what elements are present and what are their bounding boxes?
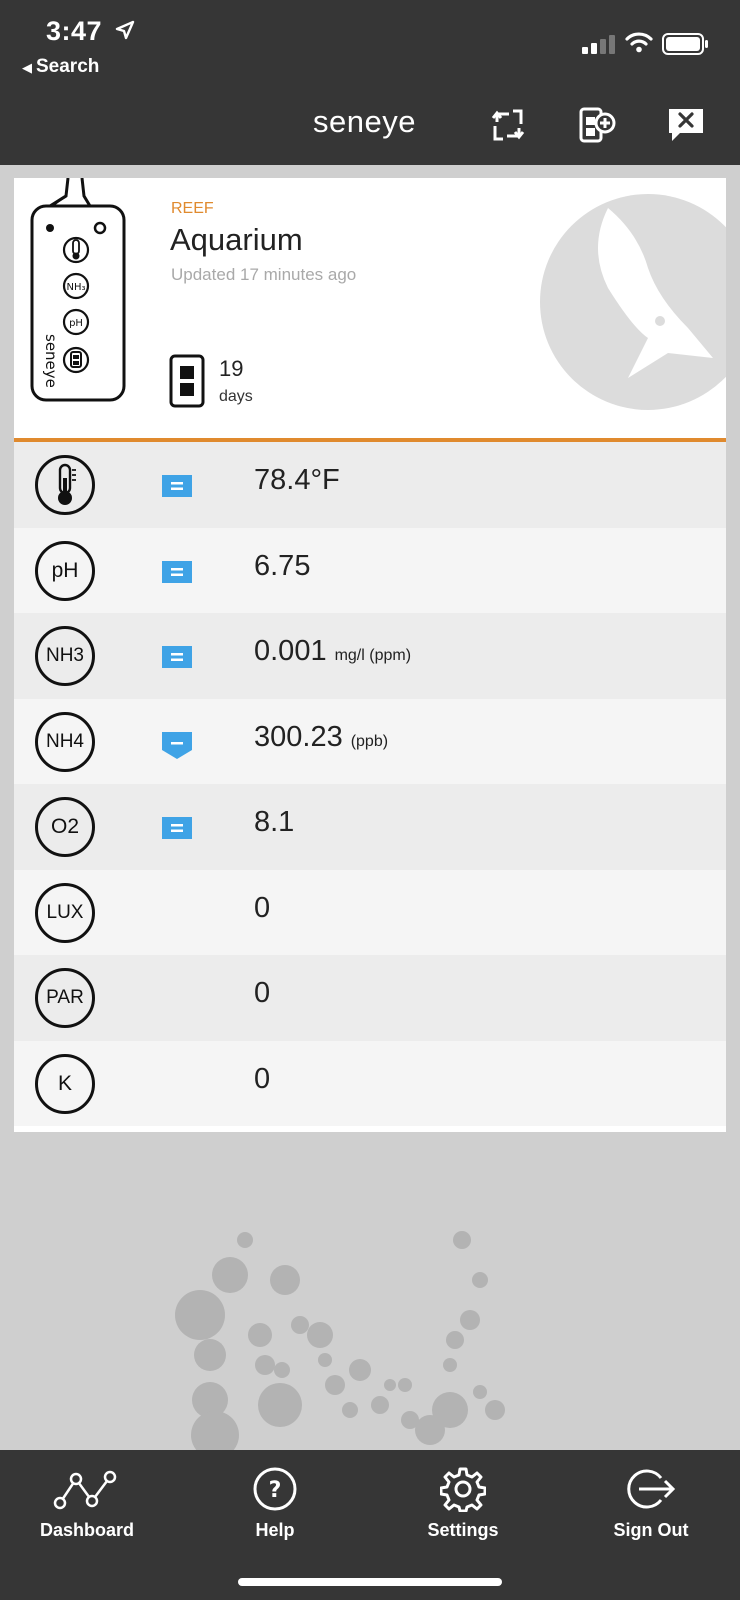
reading-value: 0 bbox=[254, 977, 271, 1009]
add-device-button[interactable] bbox=[575, 103, 619, 147]
trend-stable-icon bbox=[162, 475, 192, 497]
o2-icon: O2 bbox=[35, 797, 95, 857]
seneye-device-icon: NH₃ pH seneye bbox=[30, 178, 126, 402]
bubbles-decoration bbox=[175, 1231, 505, 1450]
fish-watermark-icon bbox=[540, 194, 726, 410]
reading-row-nh4[interactable]: NH4 300.23 (ppb) bbox=[14, 698, 726, 784]
wifi-icon bbox=[625, 32, 653, 53]
ph-icon: pH bbox=[35, 540, 95, 601]
reading-row-o2[interactable]: O2 8.1 bbox=[14, 784, 726, 870]
slide-days-remaining: 19 bbox=[219, 356, 244, 381]
reading-unit: (ppb) bbox=[350, 732, 389, 750]
tank-name: Aquarium bbox=[170, 222, 303, 257]
reading-row-lux[interactable]: LUX 0 bbox=[14, 869, 726, 955]
svg-text:?: ? bbox=[269, 1478, 282, 1503]
thermometer-icon bbox=[35, 455, 95, 515]
tab-sign-out[interactable]: Sign Out bbox=[581, 1464, 721, 1541]
slide-days-label: days bbox=[219, 388, 253, 405]
kelvin-icon: K bbox=[35, 1053, 95, 1114]
reading-value: 6.75 bbox=[254, 549, 311, 582]
reading-row-k[interactable]: K 0 bbox=[14, 1040, 726, 1126]
tab-label: Help bbox=[255, 1520, 295, 1540]
reading-row-ph[interactable]: pH 6.75 bbox=[14, 527, 726, 613]
sync-icon bbox=[491, 109, 525, 141]
reading-row-nh3[interactable]: NH3 0.001 mg/l (ppm) bbox=[14, 613, 726, 699]
add-device-icon bbox=[579, 107, 616, 143]
device-header: NH₃ pH seneye REEF Aquarium Updated 17 m… bbox=[14, 178, 726, 438]
device-card[interactable]: NH₃ pH seneye REEF Aquarium Updated 17 m… bbox=[14, 178, 726, 1132]
readings-list: 78.4°F pH 6.75 NH3 0.001mg/l (ppm) NH4 bbox=[14, 442, 726, 1126]
reading-value: 78.4°F bbox=[254, 464, 340, 496]
top-bar: 3:47 ◀ Search seneye bbox=[0, 0, 740, 165]
message-close-icon bbox=[669, 109, 703, 141]
tab-label: Sign Out bbox=[613, 1520, 689, 1540]
nh3-icon: NH3 bbox=[35, 626, 95, 686]
reading-row-temperature[interactable]: 78.4°F bbox=[14, 442, 726, 528]
dashboard-graph-icon bbox=[53, 1470, 117, 1510]
back-to-search-link[interactable]: ◀ Search bbox=[22, 56, 99, 78]
tab-help[interactable]: ? Help bbox=[205, 1464, 345, 1541]
reading-unit: mg/l (ppm) bbox=[334, 647, 412, 664]
updated-time: Updated 17 minutes ago bbox=[171, 265, 357, 284]
reading-value: 8.1 bbox=[254, 806, 295, 838]
trend-stable-icon bbox=[162, 817, 192, 839]
par-icon: PAR bbox=[35, 968, 95, 1028]
trend-stable-icon bbox=[162, 560, 192, 583]
back-link-label: Search bbox=[36, 56, 100, 77]
tank-type-label: REEF bbox=[171, 200, 214, 217]
dismiss-message-button[interactable] bbox=[664, 103, 708, 147]
reading-value: 0 bbox=[254, 1062, 271, 1095]
sign-out-icon bbox=[627, 1469, 676, 1509]
home-indicator[interactable] bbox=[238, 1578, 502, 1586]
reading-row-par[interactable]: PAR 0 bbox=[14, 955, 726, 1041]
location-arrow-icon bbox=[115, 20, 135, 40]
tab-dashboard[interactable]: Dashboard bbox=[17, 1464, 157, 1541]
lux-icon: LUX bbox=[35, 882, 95, 943]
sync-button[interactable] bbox=[486, 103, 530, 147]
battery-icon bbox=[662, 33, 708, 55]
trend-down-icon bbox=[162, 731, 192, 759]
svg-text:pH: pH bbox=[69, 318, 83, 329]
reading-value: 0.001 mg/l (ppm) bbox=[254, 635, 412, 667]
brand-logo: seneye bbox=[313, 104, 416, 139]
back-triangle-icon: ◀ bbox=[22, 60, 32, 75]
reading-value: 0 bbox=[254, 891, 271, 924]
device-brand-label: seneye bbox=[42, 334, 60, 388]
slide-icon bbox=[169, 354, 205, 408]
svg-text:NH₃: NH₃ bbox=[66, 282, 85, 293]
tab-settings[interactable]: Settings bbox=[393, 1464, 533, 1541]
tab-label: Settings bbox=[427, 1520, 499, 1540]
nh4-icon: NH4 bbox=[35, 711, 95, 772]
tab-label: Dashboard bbox=[39, 1520, 135, 1540]
trend-stable-icon bbox=[162, 646, 192, 668]
help-icon: ? bbox=[253, 1467, 297, 1511]
cellular-signal-icon bbox=[582, 35, 615, 54]
gear-icon bbox=[440, 1467, 486, 1512]
reading-value: 300.23 (ppb) bbox=[254, 720, 389, 753]
status-time: 3:47 bbox=[46, 16, 103, 46]
